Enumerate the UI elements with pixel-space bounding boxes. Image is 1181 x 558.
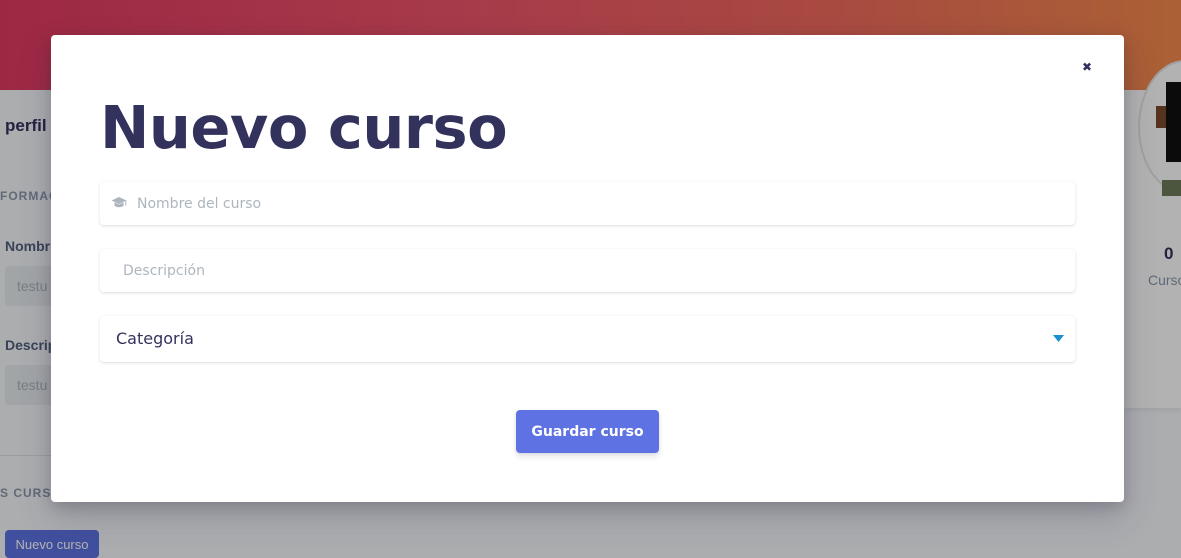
save-course-button[interactable]: Guardar curso [516,410,659,453]
chevron-down-icon [1053,335,1064,342]
course-name-input[interactable] [137,182,1057,225]
category-select-value: Categoría [116,329,194,348]
description-input[interactable] [123,249,1053,292]
new-course-modal: ✖ Nuevo curso Categoría Guardar curso [51,35,1124,502]
description-field-box[interactable] [100,249,1075,292]
category-select[interactable]: Categoría [100,316,1075,362]
course-name-field[interactable] [100,182,1075,225]
graduation-cap-icon [111,197,127,208]
modal-title: Nuevo curso [100,93,508,162]
close-icon[interactable]: ✖ [1077,57,1097,77]
